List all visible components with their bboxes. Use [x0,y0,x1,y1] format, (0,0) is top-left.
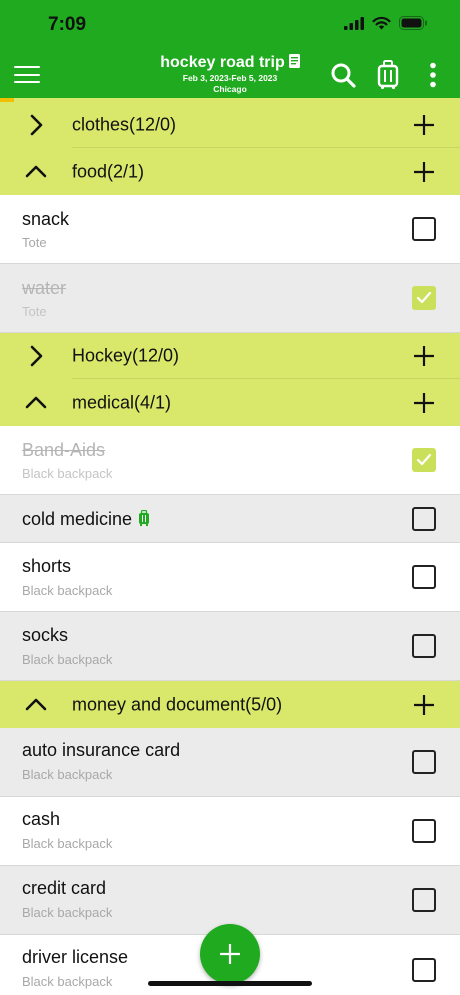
add-button[interactable] [200,924,260,984]
category-label: Hockey(12/0) [72,345,180,366]
item-name: snack [22,209,70,229]
plus-icon [220,944,240,964]
category-row-clothes[interactable]: clothes(12/0) [0,102,460,148]
status-icons [344,16,428,30]
home-indicator [148,981,312,986]
checkmark-icon [416,291,432,304]
trip-title: hockey road trip [160,54,285,71]
add-item-icon[interactable] [412,160,436,184]
signal-icon [344,16,364,30]
item-name: cold medicine [22,509,133,529]
search-icon[interactable] [328,60,358,90]
list-item[interactable]: Band-Aids Black backpack [0,426,460,495]
category-row-money-and-document[interactable]: money and document(5/0) [0,681,460,728]
status-time: 7:09 [48,14,87,35]
item-bag: Black backpack [22,466,113,481]
category-row-medical[interactable]: medical(4/1) [0,379,460,426]
item-checkbox[interactable] [412,819,436,843]
item-checkbox[interactable] [412,634,436,658]
item-checkbox[interactable] [412,957,436,982]
item-bag: Tote [22,235,47,250]
item-checkbox[interactable] [412,565,436,589]
chevron-up-icon[interactable] [24,693,48,717]
more-vertical-icon[interactable] [418,60,448,90]
chevron-up-icon[interactable] [24,391,48,415]
add-item-icon[interactable] [412,113,436,137]
item-name: credit card [22,878,107,898]
luggage-icon [139,510,150,526]
wifi-icon [372,16,391,30]
item-name: water [22,278,67,298]
item-name: auto insurance card [22,740,181,760]
item-bag: Black backpack [22,974,113,989]
trip-header[interactable]: hockey road trip Feb 3, 2023-Feb 5, 2023… [120,53,340,95]
checkmark-icon [416,453,432,466]
item-checkbox[interactable] [412,217,436,241]
item-checkbox[interactable] [412,286,436,310]
item-bag: Black backpack [22,905,113,920]
list-item[interactable]: snack Tote [0,195,460,264]
chevron-right-icon[interactable] [24,113,48,137]
note-icon [288,54,300,68]
list-item[interactable]: auto insurance card Black backpack [0,728,460,797]
item-bag: Black backpack [22,583,113,598]
status-bar: 7:09 [0,0,460,50]
item-name: cash [22,809,61,829]
menu-icon[interactable] [14,66,40,84]
category-row-hockey[interactable]: Hockey(12/0) [0,333,460,379]
list-item[interactable]: water Tote [0,264,460,333]
item-bag: Black backpack [22,836,113,851]
item-name: shorts [22,556,72,576]
battery-icon [399,16,427,30]
item-bag: Black backpack [22,652,113,667]
item-checkbox[interactable] [412,888,436,912]
item-checkbox[interactable] [412,750,436,774]
category-label: medical(4/1) [72,392,172,412]
list-item[interactable]: shorts Black backpack [0,543,460,612]
item-checkbox[interactable] [412,506,436,531]
category-row-food[interactable]: food(2/1) [0,148,460,195]
list-item[interactable]: cash Black backpack [0,797,460,866]
trip-dates: Feb 3, 2023-Feb 5, 2023 [182,73,278,83]
add-item-icon[interactable] [412,693,436,717]
item-name-line: cold medicine [22,509,150,530]
trip-title-line: hockey road trip [120,53,340,73]
item-bag: Black backpack [22,767,113,782]
luggage-icon[interactable] [373,60,403,90]
chevron-up-icon[interactable] [24,160,48,184]
item-bag: Tote [22,304,47,319]
trip-location: Chicago [213,84,247,94]
category-label: money and document(5/0) [72,694,283,714]
item-name: socks [22,625,69,645]
item-name: Band-Aids [22,440,106,460]
chevron-right-icon[interactable] [24,344,48,368]
add-item-icon[interactable] [412,344,436,368]
item-name: driver license [22,947,129,967]
category-label: clothes(12/0) [72,114,177,135]
list-item[interactable]: socks Black backpack [0,612,460,681]
add-item-icon[interactable] [412,391,436,415]
item-checkbox[interactable] [412,448,436,472]
packing-list: clothes(12/0) food(2/1) snack Tote water… [0,102,460,995]
category-label: food(2/1) [72,161,145,181]
list-item[interactable]: cold medicine [0,495,460,543]
